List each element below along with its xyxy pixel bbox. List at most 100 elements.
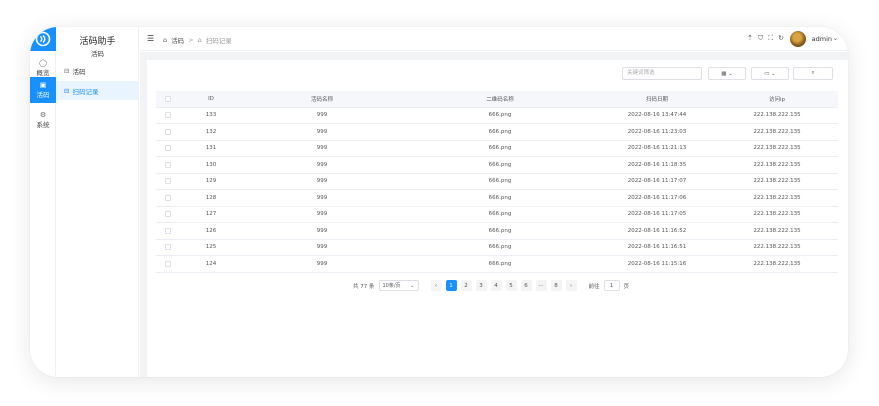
- row-select-cell[interactable]: [156, 173, 180, 190]
- search-button[interactable]: ⌕: [793, 67, 833, 80]
- row-checkbox[interactable]: [165, 161, 171, 168]
- search-input[interactable]: 关键词筛选: [622, 67, 702, 80]
- column-header-id[interactable]: ID: [180, 91, 242, 108]
- row-select-cell[interactable]: [156, 222, 180, 240]
- column-header-qr-name[interactable]: 二维码名称: [402, 91, 598, 108]
- row-select-cell[interactable]: [156, 206, 180, 223]
- table-row[interactable]: 128 999 666.png 2022-08-16 11:17:06 222.138.…: [156, 189, 838, 207]
- content-panel: 关键词筛选 ▦ ⌄ ▭ ⌄ ⌕ ID 活码名称 二维码名称 扫码日期 访问ip …: [147, 60, 848, 377]
- home-icon: ⌂: [163, 36, 168, 44]
- row-checkbox[interactable]: [165, 244, 171, 250]
- cell-code-name: 999: [242, 123, 402, 141]
- column-header-scan-date[interactable]: 扫码日期: [598, 91, 716, 108]
- table-row[interactable]: 124 999 666.png 2022-08-16 11:15:16 222.138.…: [156, 255, 838, 273]
- table-row[interactable]: 131 999 666.png 2022-08-16 11:21:13 222.138.…: [156, 140, 838, 157]
- row-checkbox[interactable]: [165, 260, 171, 267]
- cell-id: 131: [180, 140, 242, 157]
- menu-toggle-icon[interactable]: ☰: [147, 34, 154, 43]
- app-subtitle: 活码: [91, 50, 104, 58]
- rail-item-label: 概览: [36, 69, 50, 77]
- rail-item-qrcode[interactable]: ▣ 活码: [30, 77, 56, 103]
- row-select-cell[interactable]: [156, 140, 180, 157]
- cell-id: 125: [180, 239, 242, 256]
- sidebar-item-label: 活码: [72, 67, 86, 76]
- row-select-cell[interactable]: [156, 239, 180, 256]
- shirt-icon[interactable]: ⛉: [758, 34, 763, 43]
- row-checkbox[interactable]: [165, 145, 171, 151]
- page-size-select[interactable]: 10条/页 ⌄: [378, 280, 419, 291]
- cell-ip: 222.138.222.135: [716, 140, 838, 157]
- cell-id: 132: [180, 123, 242, 141]
- cell-qr-name: 666.png: [402, 173, 598, 190]
- row-checkbox[interactable]: [165, 128, 171, 135]
- select-all-cell[interactable]: [156, 91, 180, 108]
- header-actions: ⇡ ⛉ ⛶ ↻: [747, 34, 784, 43]
- page-button[interactable]: 1: [445, 280, 457, 291]
- row-checkbox[interactable]: [165, 227, 171, 234]
- next-page-button[interactable]: ›: [565, 280, 577, 291]
- page-button[interactable]: 6: [520, 280, 532, 291]
- cell-id: 129: [180, 173, 242, 190]
- rail-item-system[interactable]: ⚙ 系统: [30, 107, 56, 133]
- column-header-ip[interactable]: 访问ip: [716, 91, 838, 108]
- columns-button[interactable]: ▦ ⌄: [708, 67, 746, 80]
- cell-id: 128: [180, 189, 242, 207]
- breadcrumb-item-livecode[interactable]: 活码: [171, 35, 184, 45]
- table-row[interactable]: 125 999 666.png 2022-08-16 11:16:51 222.138.…: [156, 239, 838, 256]
- upload-icon[interactable]: ⇡: [747, 34, 753, 43]
- table-row[interactable]: 126 999 666.png 2022-08-16 11:16:52 222.138.…: [156, 222, 838, 240]
- page-button[interactable]: 4: [490, 280, 502, 291]
- row-checkbox[interactable]: [165, 211, 171, 217]
- page-button[interactable]: 5: [505, 280, 517, 291]
- cell-ip: 222.138.222.135: [716, 156, 838, 174]
- row-checkbox[interactable]: [165, 112, 171, 118]
- goto-page-input[interactable]: 1: [603, 280, 620, 291]
- cell-code-name: 999: [242, 255, 402, 273]
- table-row[interactable]: 129 999 666.png 2022-08-16 11:17:07 222.138.…: [156, 173, 838, 190]
- cell-id: 126: [180, 222, 242, 240]
- export-button[interactable]: ▭ ⌄: [751, 67, 789, 80]
- row-select-cell[interactable]: [156, 255, 180, 273]
- box-icon: ⊟: [64, 86, 70, 95]
- icon-rail: ◯ 概览 ▣ 活码 ⚙ 系统: [30, 27, 56, 377]
- cell-ip: 222.138.222.135: [716, 173, 838, 190]
- row-select-cell[interactable]: [156, 107, 180, 124]
- sidebar-item-livecode[interactable]: ⊟ 活码: [56, 61, 139, 80]
- cell-ip: 222.138.222.135: [716, 189, 838, 207]
- cell-code-name: 999: [242, 156, 402, 174]
- avatar[interactable]: [790, 31, 806, 47]
- cell-qr-name: 666.png: [402, 156, 598, 174]
- sidebar-item-scan-records[interactable]: ⊟ 扫码记录: [56, 81, 139, 100]
- cell-id: 124: [180, 255, 242, 273]
- cell-scan-date: 2022-08-16 11:17:05: [598, 206, 716, 223]
- app-logo[interactable]: [30, 27, 56, 51]
- cell-scan-date: 2022-08-16 11:17:07: [598, 173, 716, 190]
- page-button[interactable]: 8: [550, 280, 562, 291]
- cell-qr-name: 666.png: [402, 255, 598, 273]
- username[interactable]: admin: [812, 35, 832, 43]
- page-button[interactable]: 2: [460, 280, 472, 291]
- select-all-checkbox[interactable]: [165, 95, 171, 102]
- chevron-down-icon[interactable]: ⌄: [833, 35, 838, 42]
- sidebar-item-label: 扫码记录: [72, 87, 99, 96]
- table-row[interactable]: 130 999 666.png 2022-08-16 11:18:35 222.138.…: [156, 156, 838, 174]
- cell-scan-date: 2022-08-16 11:18:35: [598, 156, 716, 174]
- table-row[interactable]: 127 999 666.png 2022-08-16 11:17:05 222.138.…: [156, 206, 838, 223]
- column-header-code-name[interactable]: 活码名称: [242, 91, 402, 108]
- cell-id: 127: [180, 206, 242, 223]
- refresh-icon[interactable]: ↻: [778, 34, 784, 43]
- row-select-cell[interactable]: [156, 189, 180, 207]
- page-ellipsis[interactable]: ···: [535, 280, 547, 291]
- row-select-cell[interactable]: [156, 123, 180, 141]
- row-checkbox[interactable]: [165, 194, 171, 201]
- fullscreen-icon[interactable]: ⛶: [768, 34, 773, 43]
- cell-qr-name: 666.png: [402, 107, 598, 124]
- table-row[interactable]: 133 999 666.png 2022-08-16 13:47:44 222.138.…: [156, 107, 838, 124]
- row-checkbox[interactable]: [165, 178, 171, 184]
- page-size-value: 10条/页: [382, 283, 401, 289]
- prev-page-button[interactable]: ‹: [430, 280, 442, 291]
- table-row[interactable]: 132 999 666.png 2022-08-16 11:23:03 222.138.…: [156, 123, 838, 141]
- row-select-cell[interactable]: [156, 156, 180, 174]
- page-button[interactable]: 3: [475, 280, 487, 291]
- top-header: ☰ ⌂ 活码 > ⌂ 扫码记录 ⇡ ⛉ ⛶ ↻ admin ⌄: [140, 27, 848, 51]
